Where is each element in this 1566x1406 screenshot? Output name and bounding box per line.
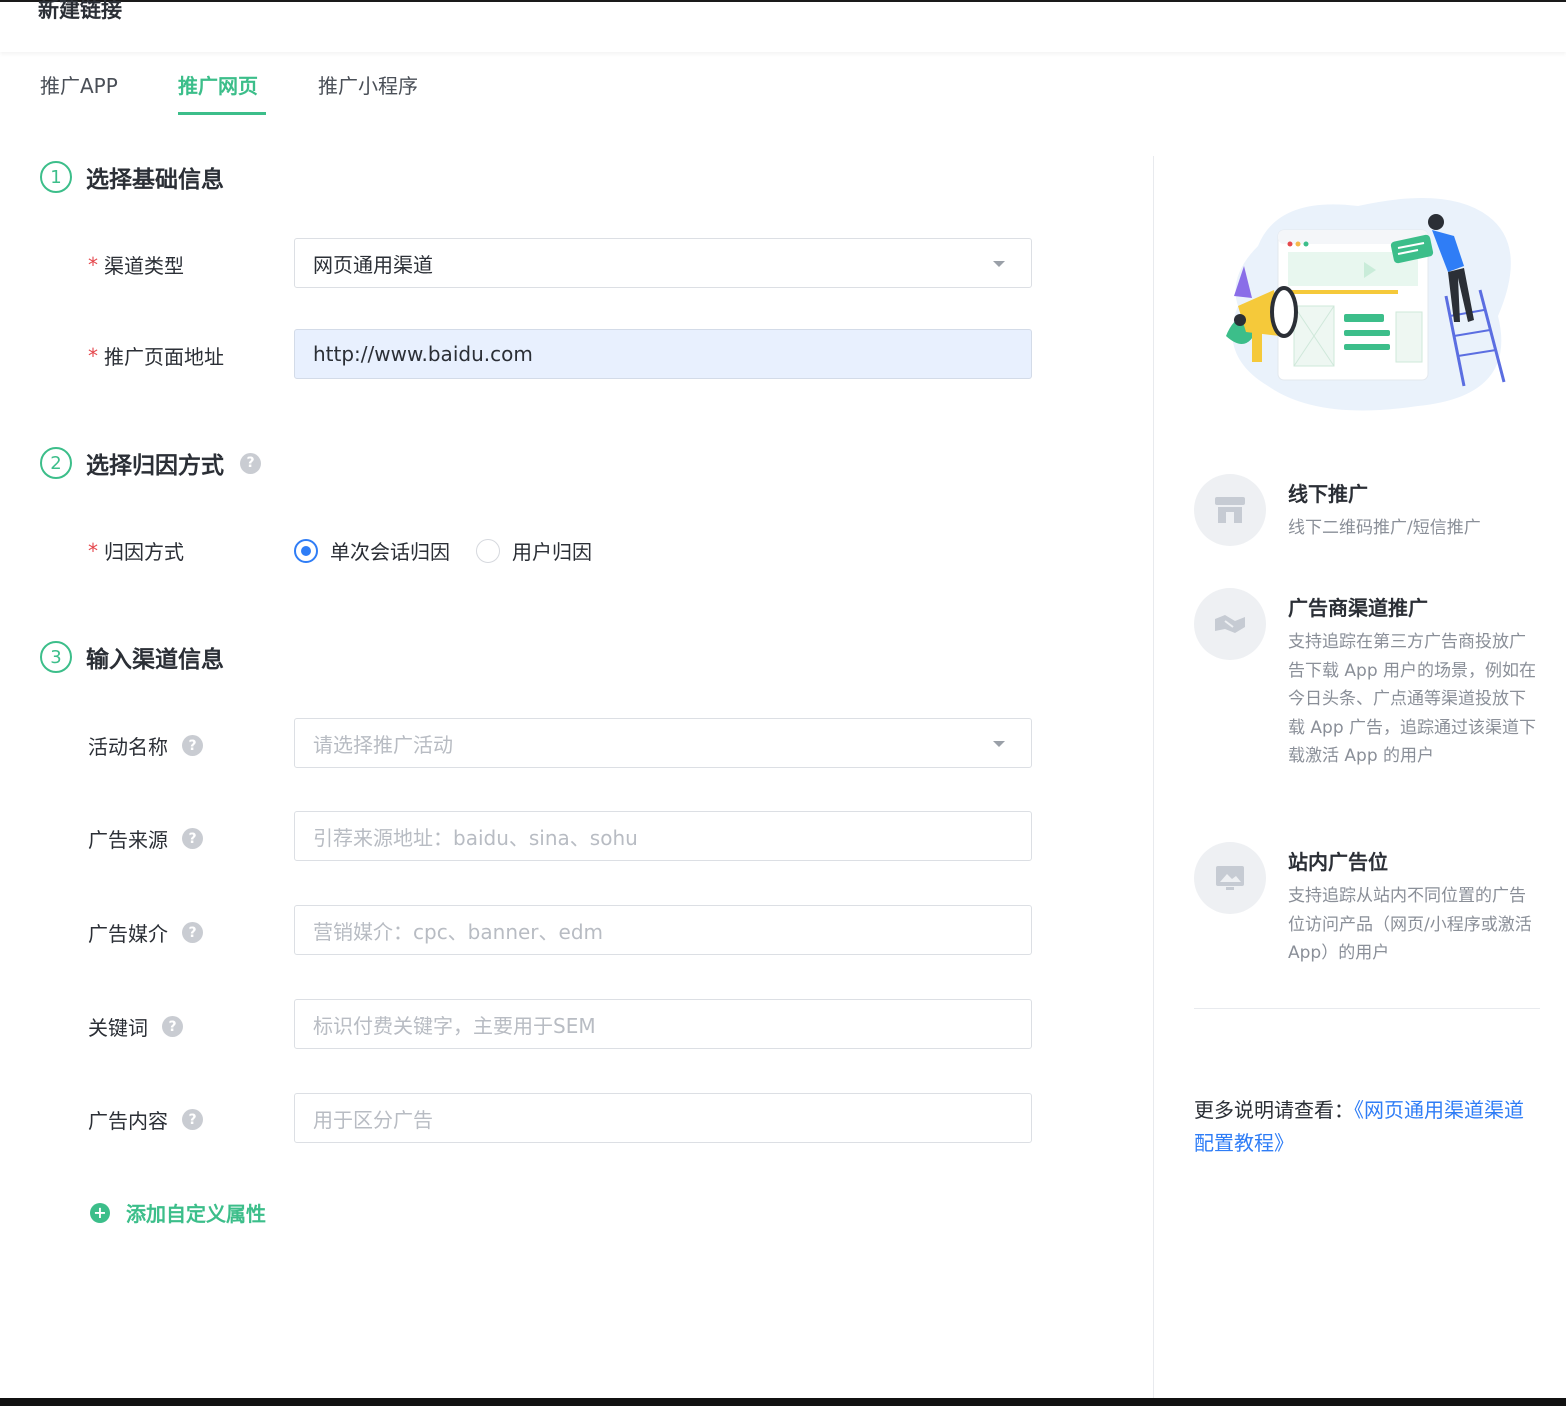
tab-promote-webpage[interactable]: 推广网页 bbox=[178, 70, 258, 99]
image-icon bbox=[1194, 842, 1266, 914]
help-icon[interactable]: ? bbox=[162, 1016, 183, 1037]
sidebar-divider bbox=[1194, 1008, 1540, 1009]
page-url-input[interactable]: http://www.baidu.com bbox=[294, 329, 1032, 379]
page-title: 新建链接 bbox=[38, 0, 122, 22]
top-bar: 新建链接 bbox=[0, 0, 1566, 52]
campaign-label: 活动名称 ? bbox=[88, 731, 203, 760]
attribution-radio-group: 单次会话归因 用户归因 bbox=[294, 536, 618, 565]
radio-label[interactable]: 用户归因 bbox=[512, 536, 592, 565]
required-mark: * bbox=[88, 252, 98, 277]
page-url-label: * 推广页面地址 bbox=[88, 343, 224, 370]
tab-promote-miniprogram[interactable]: 推广小程序 bbox=[318, 70, 418, 99]
ad-content-label: 广告内容 ? bbox=[88, 1105, 203, 1134]
ad-medium-label: 广告媒介 ? bbox=[88, 918, 203, 947]
keyword-input[interactable]: 标识付费关键字，主要用于SEM bbox=[294, 999, 1032, 1049]
step-number: 2 bbox=[40, 447, 72, 479]
section-basic-info: 1 选择基础信息 bbox=[40, 160, 224, 194]
ad-source-label: 广告来源 ? bbox=[88, 824, 203, 853]
section-title: 输入渠道信息 bbox=[86, 647, 224, 673]
required-mark: * bbox=[88, 343, 98, 368]
step-number: 1 bbox=[40, 161, 72, 193]
radio-user-attribution[interactable] bbox=[476, 538, 500, 563]
bottom-edge bbox=[0, 1398, 1566, 1406]
caret-down-icon bbox=[993, 741, 1005, 747]
caret-down-icon bbox=[993, 261, 1005, 267]
campaign-select[interactable]: 请选择推广活动 bbox=[294, 718, 1032, 768]
section-attribution: 2 选择归因方式 ? bbox=[40, 446, 261, 480]
step-number: 3 bbox=[40, 641, 72, 673]
help-icon[interactable]: ? bbox=[182, 828, 203, 849]
attribution-label: * 归因方式 bbox=[88, 538, 184, 565]
add-custom-attribute-button[interactable]: + 添加自定义属性 bbox=[90, 1198, 266, 1227]
keyword-label: 关键词 ? bbox=[88, 1012, 183, 1041]
tab-promote-app[interactable]: 推广APP bbox=[40, 70, 118, 99]
vertical-divider bbox=[1153, 156, 1154, 1400]
active-tab-indicator bbox=[178, 112, 266, 115]
required-mark: * bbox=[88, 538, 98, 563]
more-info: 更多说明请查看：《网页通用渠道渠道配置教程》 bbox=[1194, 1098, 1524, 1155]
channel-type-select[interactable]: 网页通用渠道 bbox=[294, 238, 1032, 288]
radio-session-attribution[interactable] bbox=[294, 538, 318, 563]
store-icon bbox=[1194, 474, 1266, 546]
ad-content-input[interactable]: 用于区分广告 bbox=[294, 1093, 1032, 1143]
section-title: 选择归因方式 bbox=[86, 453, 224, 479]
ad-medium-input[interactable]: 营销媒介：cpc、banner、edm bbox=[294, 905, 1032, 955]
help-icon[interactable]: ? bbox=[182, 735, 203, 756]
handshake-icon bbox=[1194, 588, 1266, 660]
help-icon[interactable]: ? bbox=[240, 452, 261, 474]
plus-circle-icon: + bbox=[90, 1202, 110, 1223]
section-channel-info: 3 输入渠道信息 bbox=[40, 640, 224, 674]
channel-type-label: * 渠道类型 bbox=[88, 252, 184, 279]
ad-source-input[interactable]: 引荐来源地址：baidu、sina、sohu bbox=[294, 811, 1032, 861]
section-title: 选择基础信息 bbox=[86, 167, 224, 193]
help-icon[interactable]: ? bbox=[182, 922, 203, 943]
radio-label[interactable]: 单次会话归因 bbox=[330, 536, 450, 565]
help-icon[interactable]: ? bbox=[182, 1109, 203, 1130]
promotion-illustration bbox=[1226, 198, 1511, 411]
